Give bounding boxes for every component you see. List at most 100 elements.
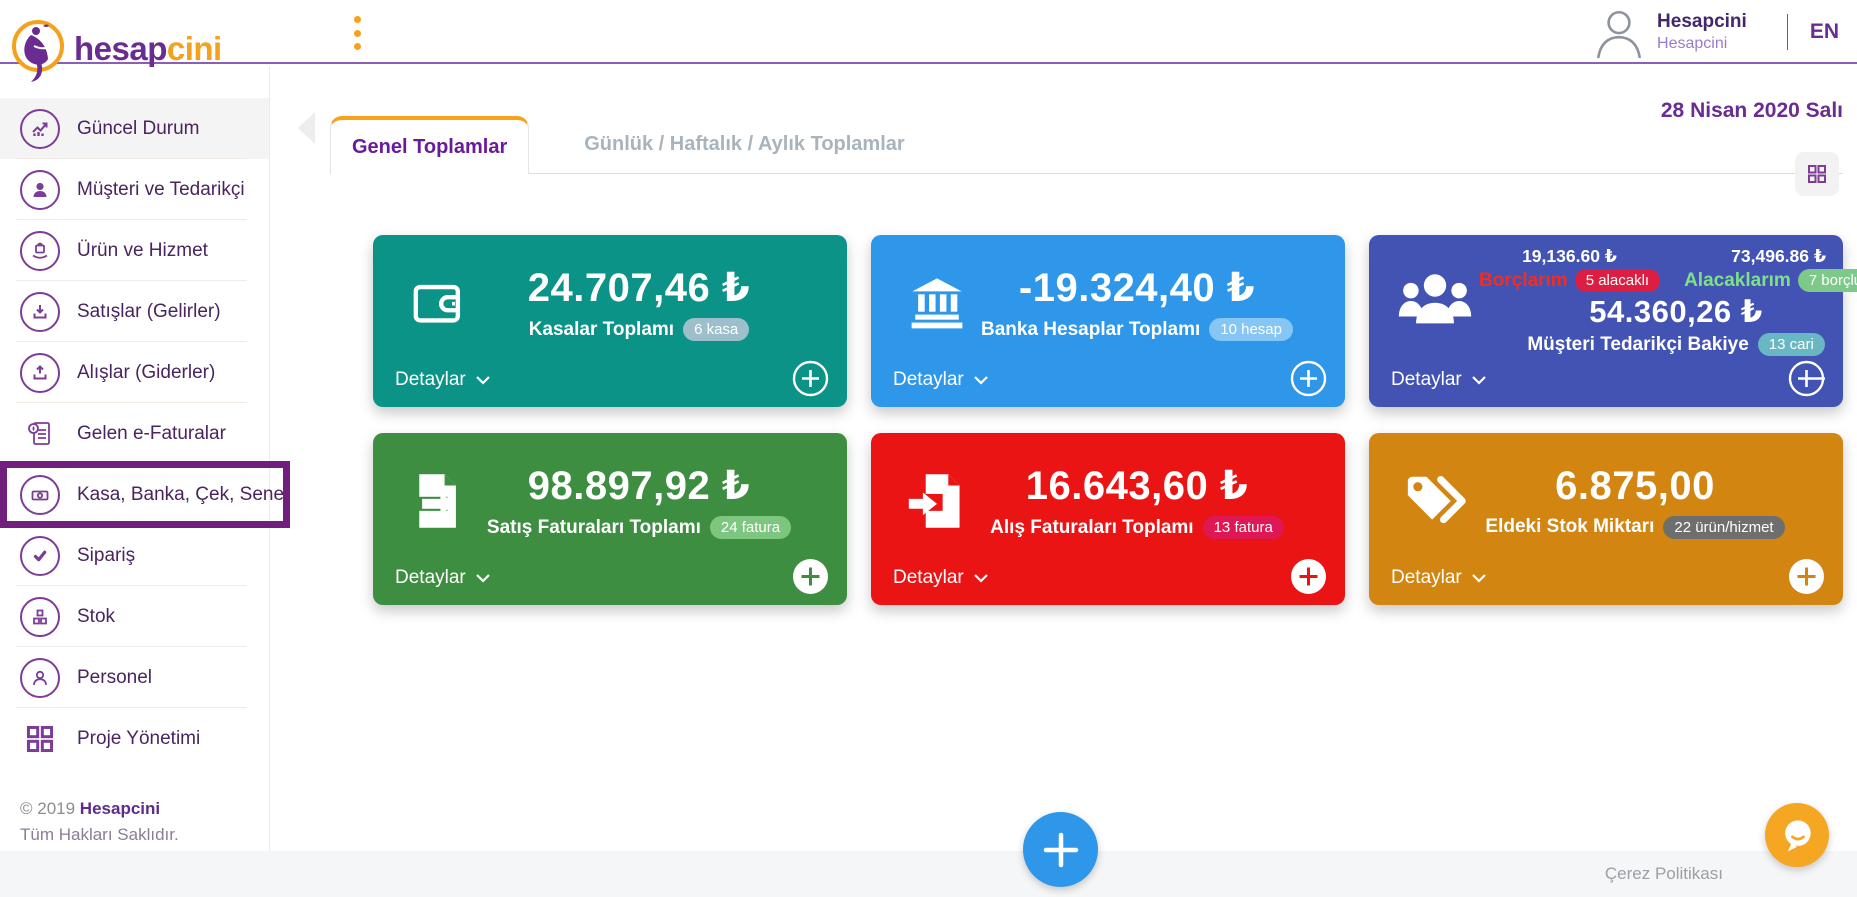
- card-musteri-tedarikci-bakiye: 19,136.60 ₺ Borçlarım 5 alacaklı 73,496.…: [1369, 235, 1843, 407]
- tab-gunluk-haftalik-aylik[interactable]: Günlük / Haftalık / Aylık Toplamlar: [563, 115, 925, 173]
- sidebar-item-proje-yonetimi[interactable]: Proje Yönetimi: [0, 708, 269, 769]
- people-icon: [1391, 270, 1479, 332]
- cookie-policy-link[interactable]: Çerez Politikası: [1605, 864, 1723, 884]
- page-date: 28 Nisan 2020 Salı: [1661, 99, 1843, 123]
- card-alis-faturalari-toplami: 16.643,60 ₺ Alış Faturaları Toplamı 13 f…: [871, 433, 1345, 605]
- fab-add-button[interactable]: [1023, 812, 1098, 887]
- brand-name: Hesapcini: [80, 799, 160, 818]
- sidebar-item-guncel-durum[interactable]: Güncel Durum: [0, 98, 269, 159]
- user-avatar-icon: [1593, 6, 1645, 58]
- sidebar-item-urun-hizmet[interactable]: Ürün ve Hizmet: [0, 220, 269, 281]
- sidebar-item-label: Müşteri ve Tedarikçi: [77, 179, 245, 201]
- card-banka-hesaplar-toplami: -19.324,40 ₺ Banka Hesaplar Toplamı 10 h…: [871, 235, 1345, 407]
- details-button[interactable]: Detaylar: [395, 567, 490, 589]
- card-value: 6.875,00: [1479, 464, 1791, 509]
- sidebar-item-personel[interactable]: Personel: [0, 647, 269, 708]
- sidebar-item-label: Stok: [77, 606, 115, 628]
- add-button[interactable]: [1290, 360, 1327, 397]
- card-value: 16.643,60 ₺: [981, 463, 1293, 509]
- card-label: Banka Hesaplar Toplamı: [981, 319, 1200, 341]
- sidebar-item-alislar[interactable]: Alışlar (Giderler): [0, 342, 269, 403]
- personnel-icon: [20, 658, 60, 698]
- sidebar-collapse-icon[interactable]: [298, 112, 315, 144]
- sales-download-icon: [20, 292, 60, 332]
- add-button[interactable]: [1290, 558, 1327, 595]
- card-value: 24.707,46 ₺: [483, 265, 795, 311]
- card-eldeki-stok-miktari: 6.875,00 Eldeki Stok Miktarı 22 ürün/hiz…: [1369, 433, 1843, 605]
- sidebar-item-gelen-efaturalar[interactable]: Gelen e-Faturalar: [0, 403, 269, 464]
- chevron-down-icon: [974, 574, 988, 583]
- sidebar-item-musteri-tedarikci[interactable]: Müşteri ve Tedarikçi: [0, 159, 269, 220]
- user-meta: Hesapcini Hesapcini: [1657, 10, 1747, 54]
- sidebar-footer: © 2019 Hesapcini Tüm Hakları Saklıdır.: [20, 796, 179, 847]
- card-label: Kasalar Toplamı: [529, 319, 674, 341]
- card-value: 54.360,26 ₺: [1479, 294, 1857, 330]
- card-value: 98.897,92 ₺: [483, 463, 795, 509]
- card-label: Eldeki Stok Miktarı: [1485, 516, 1654, 538]
- sidebar-item-siparis[interactable]: Sipariş: [0, 525, 269, 586]
- card-label: Satış Faturaları Toplamı: [487, 517, 701, 539]
- add-button[interactable]: [1788, 360, 1825, 397]
- tags-icon: [1391, 471, 1479, 531]
- card-count-badge: 22 ürün/hizmet: [1663, 516, 1784, 539]
- credits-label: Alacaklarım: [1684, 270, 1791, 292]
- add-button[interactable]: [792, 360, 829, 397]
- card-count-badge: 10 hesap: [1209, 318, 1293, 341]
- purchases-upload-icon: [20, 353, 60, 393]
- details-button[interactable]: Detaylar: [893, 567, 988, 589]
- details-button[interactable]: Detaylar: [395, 369, 490, 391]
- sidebar-nav: Güncel Durum Müşteri ve Tedarikçi: [0, 98, 269, 769]
- chevron-down-icon: [1472, 574, 1486, 583]
- grid-icon: [1806, 163, 1828, 185]
- invoice-out-icon: [395, 470, 483, 532]
- card-label: Müşteri Tedarikçi Bakiye: [1527, 334, 1748, 356]
- chat-button[interactable]: [1765, 803, 1829, 867]
- details-button[interactable]: Detaylar: [1391, 567, 1486, 589]
- main-content: Genel Toplamlar Günlük / Haftalık / Aylı…: [271, 66, 1857, 897]
- tab-genel-toplamlar[interactable]: Genel Toplamlar: [330, 116, 529, 174]
- chevron-down-icon: [476, 574, 490, 583]
- user-area[interactable]: Hesapcini Hesapcini EN: [1593, 0, 1839, 64]
- sidebar-item-satislar[interactable]: Satışlar (Gelirler): [0, 281, 269, 342]
- copyright-line: © 2019 Hesapcini: [20, 796, 179, 822]
- language-switch[interactable]: EN: [1810, 20, 1839, 44]
- stock-boxes-icon: [20, 597, 60, 637]
- order-check-icon: [20, 536, 60, 576]
- card-count-badge: 13 fatura: [1203, 516, 1284, 539]
- sidebar-item-label: Kasa, Banka, Çek, Senet: [77, 484, 289, 506]
- add-button[interactable]: [1788, 558, 1825, 595]
- footer-strip: [0, 851, 1857, 897]
- product-hand-icon: [20, 231, 60, 271]
- tab-bar: Genel Toplamlar Günlük / Haftalık / Aylı…: [330, 115, 1843, 174]
- card-count-badge: 13 cari: [1758, 333, 1825, 356]
- credits-badge: 7 borçlu: [1798, 269, 1857, 292]
- sidebar-item-stok[interactable]: Stok: [0, 586, 269, 647]
- app-logo[interactable]: hesapcini: [10, 4, 222, 94]
- details-button[interactable]: Detaylar: [1391, 369, 1486, 391]
- kebab-menu-icon[interactable]: [347, 16, 367, 50]
- sidebar-item-kasa-banka-cek-senet[interactable]: Kasa, Banka, Çek, Senet: [0, 464, 269, 525]
- credits-value: 73,496.86 ₺: [1731, 246, 1826, 267]
- sidebar-item-label: Alışlar (Giderler): [77, 362, 215, 384]
- project-grid-icon: [20, 719, 60, 759]
- invoice-in-icon: [893, 470, 981, 532]
- card-satis-faturalari-toplami: 98.897,92 ₺ Satış Faturaları Toplamı 24 …: [373, 433, 847, 605]
- sidebar-item-label: Proje Yönetimi: [77, 728, 200, 750]
- grid-view-button[interactable]: [1795, 152, 1839, 196]
- debts-label: Borçlarım: [1479, 270, 1568, 292]
- top-bar: hesapcini Hesapcini Hesapcini EN: [0, 0, 1857, 64]
- add-button[interactable]: [792, 558, 829, 595]
- bank-icon: [893, 274, 981, 332]
- details-button[interactable]: Detaylar: [893, 369, 988, 391]
- user-subtitle: Hesapcini: [1657, 34, 1747, 54]
- chevron-down-icon: [974, 376, 988, 385]
- sidebar-item-label: Satışlar (Gelirler): [77, 301, 221, 323]
- wallet-icon: [395, 274, 483, 332]
- card-value: -19.324,40 ₺: [981, 265, 1293, 311]
- plus-icon: [1041, 830, 1081, 870]
- summary-cards: 24.707,46 ₺ Kasalar Toplamı 6 kasa Detay…: [373, 235, 1843, 605]
- genie-logo-icon: [10, 18, 66, 94]
- card-count-badge: 24 fatura: [710, 516, 791, 539]
- sidebar-item-label: Sipariş: [77, 545, 135, 567]
- card-label: Alış Faturaları Toplamı: [990, 517, 1193, 539]
